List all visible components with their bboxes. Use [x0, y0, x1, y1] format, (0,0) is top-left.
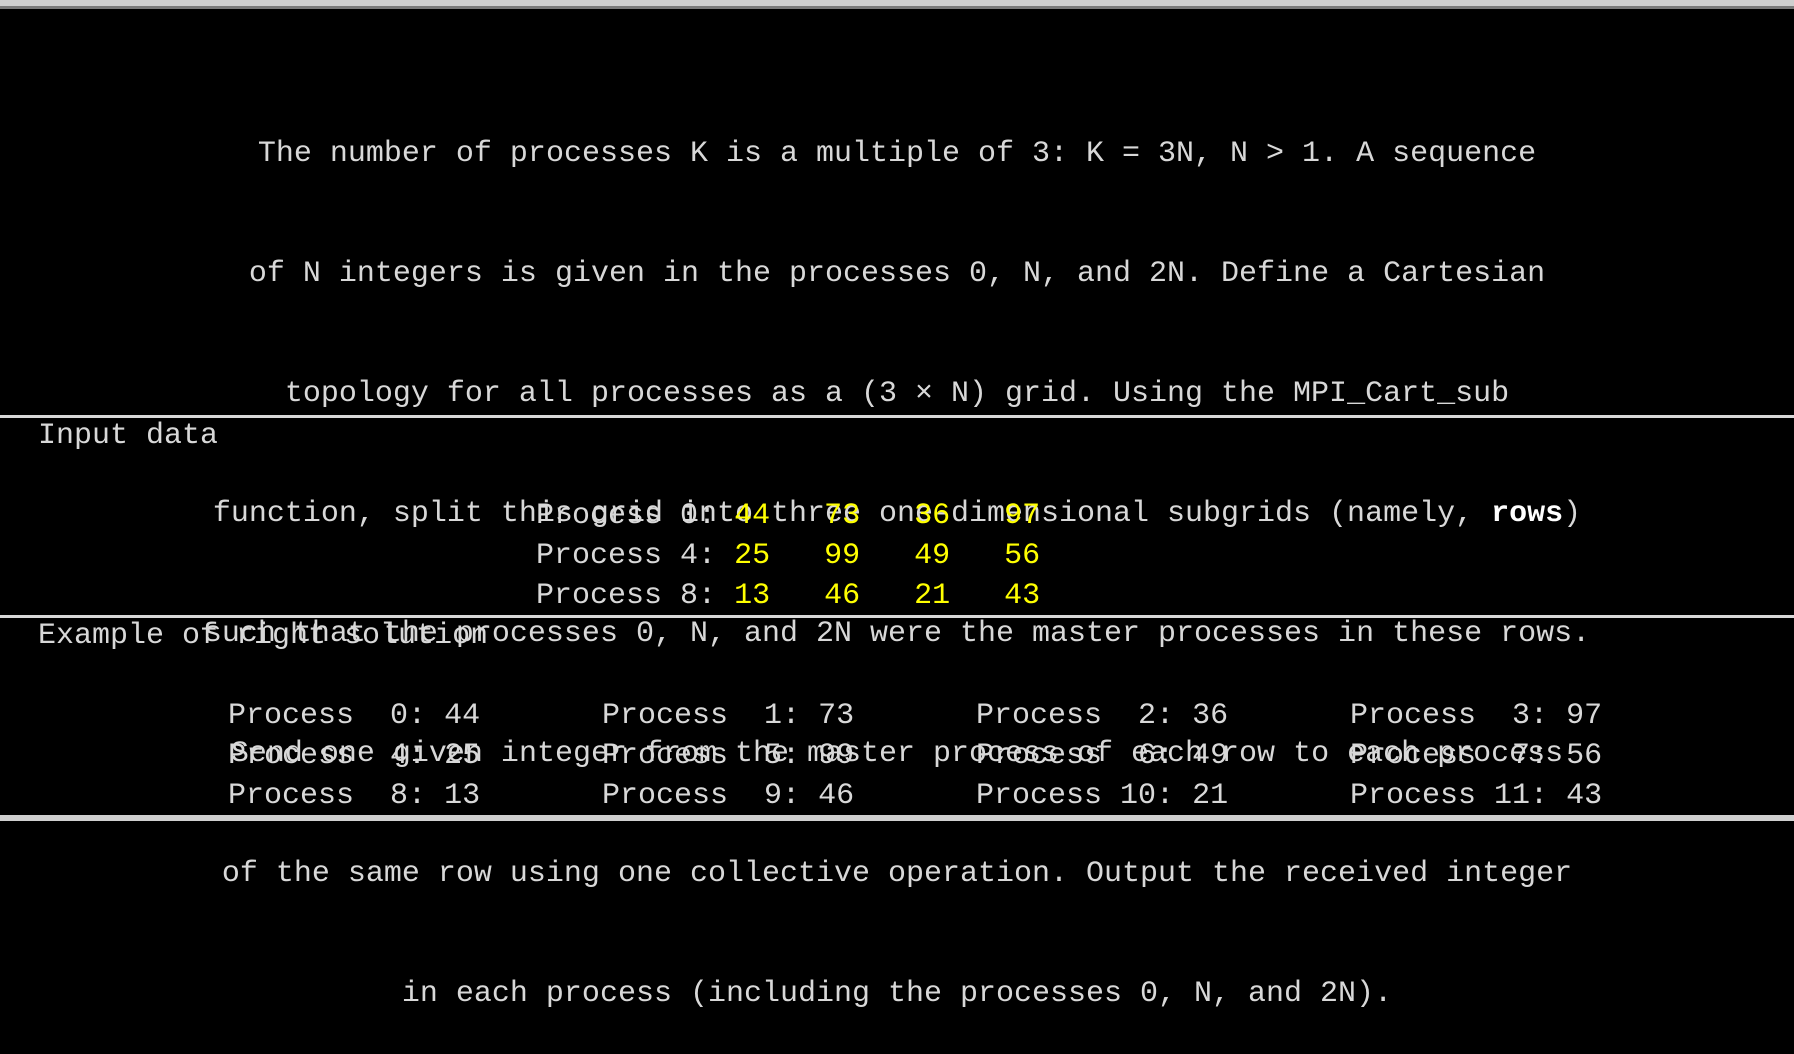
solution-section-title: Example of right solution — [38, 619, 489, 653]
solution-label: Process 9: — [602, 779, 801, 813]
task-line: topology for all processes as a (3 × N) … — [284, 377, 1510, 411]
input-row: Process 8: 13 46 21 43 — [500, 536, 1040, 616]
solution-cell: Process 8: 13 — [228, 776, 602, 816]
task-line: of the same row using one collective ope… — [221, 857, 1573, 891]
task-line-text: ) — [1563, 497, 1582, 531]
solution-cell: Process 10: 21 — [976, 776, 1350, 816]
input-row-label: Process 8: — [536, 579, 735, 613]
task-keyword-rows: rows — [1491, 497, 1564, 531]
solution-value: 46 — [800, 779, 855, 813]
input-value: 13 — [734, 579, 771, 613]
solution-value: 21 — [1174, 779, 1229, 813]
solution-cell: Process 9: 46 — [602, 776, 976, 816]
solution-label: Process 8: — [228, 779, 427, 813]
window-bottom-border — [0, 815, 1794, 821]
solution-cell: Process 11: 43 — [1350, 776, 1602, 816]
input-value: 46 — [824, 579, 861, 613]
input-value: 21 — [914, 579, 951, 613]
task-line: of N integers is given in the processes … — [248, 257, 1546, 291]
input-section-title: Input data — [38, 419, 219, 453]
solution-row: Process 8: 13 Process 9: 46 Process 10: 21… — [192, 736, 1602, 816]
window-top-border — [0, 0, 1794, 9]
task-line: The number of processes K is a multiple … — [257, 137, 1537, 171]
section-divider — [0, 415, 1794, 418]
solution-value: 43 — [1548, 779, 1603, 813]
solution-label: Process 10: — [976, 779, 1175, 813]
task-line: in each process (including the processes… — [401, 977, 1393, 1011]
solution-label: Process 11: — [1350, 779, 1549, 813]
solution-value: 13 — [426, 779, 481, 813]
input-value: 43 — [1004, 579, 1041, 613]
